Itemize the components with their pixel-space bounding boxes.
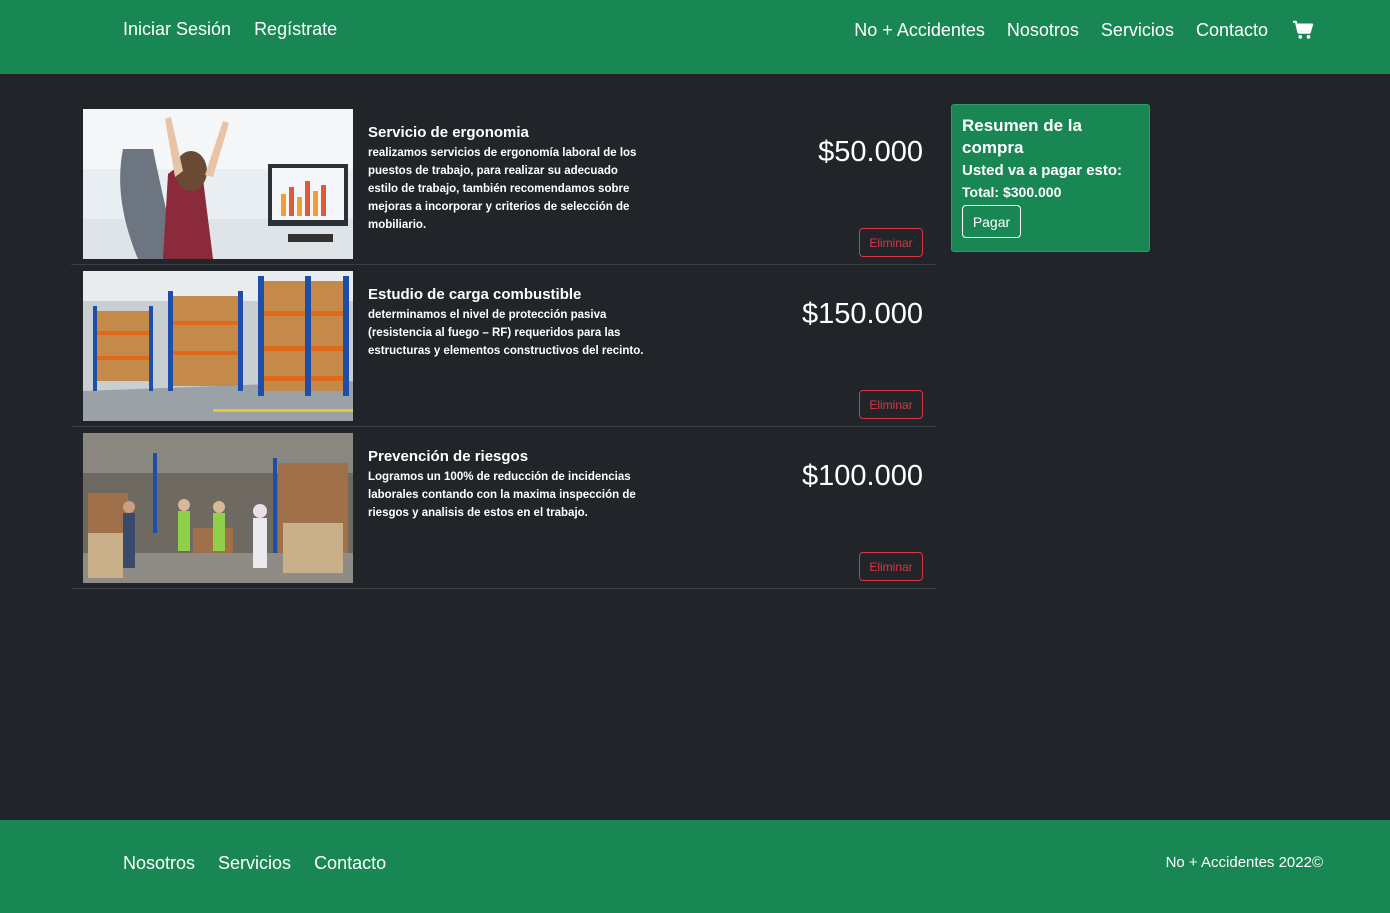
register-link[interactable]: Regístrate: [254, 19, 337, 40]
cart-item: Prevención de riesgos Logramos un 100% d…: [71, 428, 936, 589]
purchase-summary-card: Resumen de la compra Usted va a pagar es…: [951, 104, 1150, 252]
cart-items-list: Servicio de ergonomia realizamos servici…: [71, 104, 936, 589]
copyright-text: No + Accidentes 2022©: [1165, 854, 1323, 871]
item-description: realizamos servicios de ergonomía labora…: [368, 147, 637, 231]
remove-item-button[interactable]: Eliminar: [859, 552, 923, 581]
item-title: Servicio de ergonomia: [368, 124, 529, 141]
total-label: Total:: [962, 184, 1000, 200]
item-description: Logramos un 100% de reducción de inciden…: [368, 471, 636, 519]
cart-item: Servicio de ergonomia realizamos servici…: [71, 104, 936, 265]
summary-subtitle: Usted va a pagar esto:: [962, 162, 1123, 179]
ergonomia-image: [83, 109, 353, 259]
risk-prevention-image: [83, 433, 353, 583]
summary-title: Resumen de la compra: [962, 116, 1082, 157]
footer-nav: Nosotros Servicios Contacto: [123, 853, 386, 874]
remove-item-button[interactable]: Eliminar: [859, 228, 923, 257]
nav-home-brand[interactable]: No + Accidentes: [854, 20, 985, 41]
item-price: $50.000: [818, 136, 923, 168]
cart-item: Estudio de carga combustible determinamo…: [71, 266, 936, 427]
item-info: Servicio de ergonomia realizamos servici…: [368, 124, 648, 234]
footer-link-nosotros[interactable]: Nosotros: [123, 853, 195, 874]
item-title: Prevención de riesgos: [368, 448, 529, 465]
item-description: determinamos el nivel de protección pasi…: [368, 309, 644, 357]
footer-link-servicios[interactable]: Servicios: [218, 853, 291, 874]
total-value: $300.000: [1002, 184, 1062, 200]
warehouse-image: [83, 271, 353, 421]
auth-nav: Iniciar Sesión Regístrate: [123, 19, 337, 40]
pay-button[interactable]: Pagar: [962, 205, 1021, 238]
nav-nosotros[interactable]: Nosotros: [1007, 20, 1079, 41]
summary-total: Total: $300.000: [962, 184, 1139, 200]
remove-item-button[interactable]: Eliminar: [859, 390, 923, 419]
login-link[interactable]: Iniciar Sesión: [123, 19, 231, 40]
main-content: Servicio de ergonomia realizamos servici…: [0, 74, 1390, 820]
item-info: Estudio de carga combustible determinamo…: [368, 286, 648, 360]
shopping-cart-icon[interactable]: [1292, 19, 1314, 41]
item-price: $100.000: [802, 460, 923, 492]
nav-servicios[interactable]: Servicios: [1101, 20, 1174, 41]
nav-contacto[interactable]: Contacto: [1196, 20, 1268, 41]
main-nav: No + Accidentes Nosotros Servicios Conta…: [854, 19, 1314, 41]
item-price: $150.000: [802, 298, 923, 330]
top-navbar: Iniciar Sesión Regístrate No + Accidente…: [0, 0, 1390, 74]
footer-link-contacto[interactable]: Contacto: [314, 853, 386, 874]
item-title: Estudio de carga combustible: [368, 286, 582, 303]
footer: Nosotros Servicios Contacto No + Acciden…: [0, 820, 1390, 913]
item-info: Prevención de riesgos Logramos un 100% d…: [368, 448, 648, 522]
